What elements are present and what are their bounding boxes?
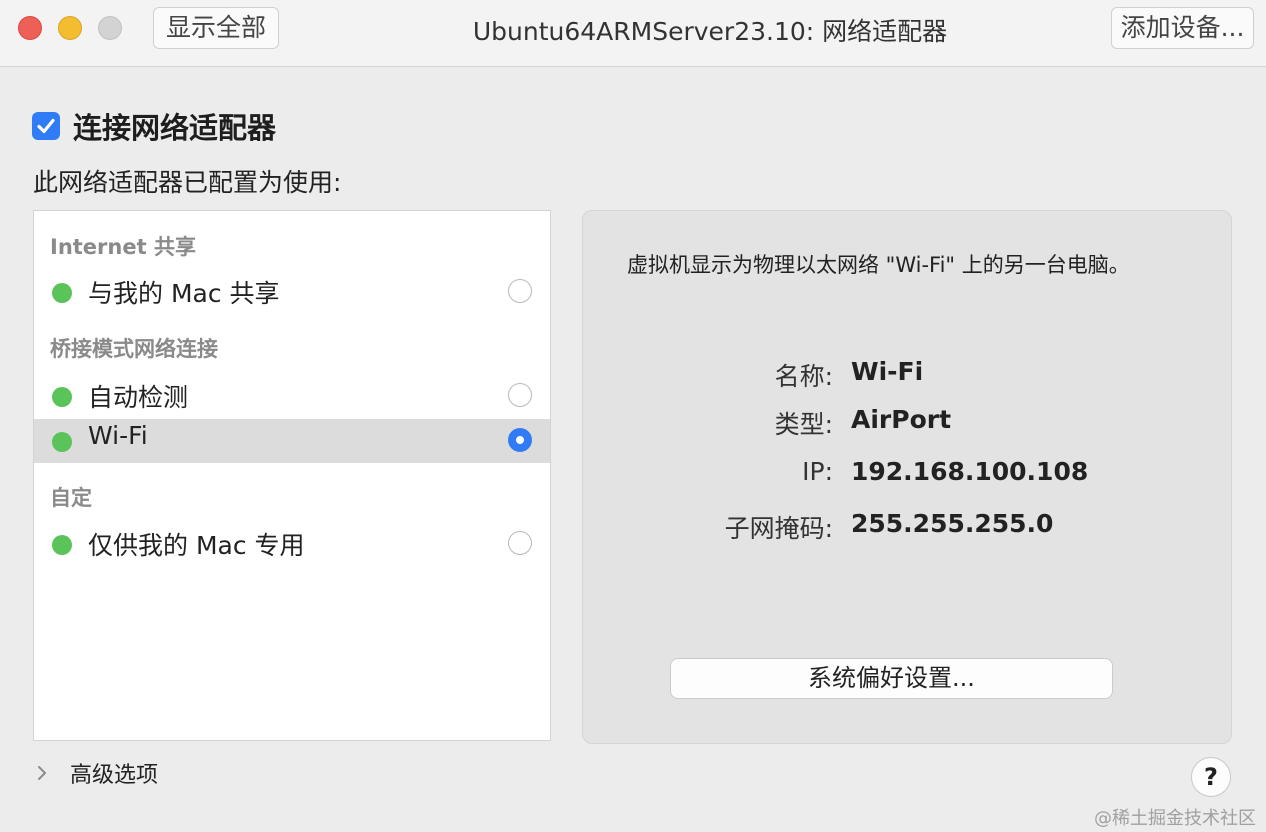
status-dot-icon bbox=[52, 432, 72, 452]
window-title: Ubuntu64ARMServer23.10: 网络适配器 bbox=[472, 17, 948, 46]
status-dot-icon bbox=[52, 387, 72, 407]
status-dot-icon bbox=[52, 535, 72, 555]
watermark: @稀土掘金技术社区 bbox=[1094, 808, 1256, 829]
ip-label: IP: bbox=[802, 457, 833, 486]
adapter-description: 虚拟机显示为物理以太网络 "Wi-Fi" 上的另一台电脑。 bbox=[627, 253, 1130, 277]
ip-value: 192.168.100.108 bbox=[851, 457, 1089, 486]
section-header-custom: 自定 bbox=[50, 486, 92, 510]
titlebar: 显示全部 Ubuntu64ARMServer23.10: 网络适配器 添加设备.… bbox=[0, 0, 1266, 67]
network-adapter-window: 显示全部 Ubuntu64ARMServer23.10: 网络适配器 添加设备.… bbox=[0, 0, 1266, 832]
zoom-window-button[interactable] bbox=[98, 16, 122, 40]
radio-share-with-mac[interactable] bbox=[508, 279, 532, 303]
minimize-window-button[interactable] bbox=[58, 16, 82, 40]
list-item-label: Wi-Fi bbox=[88, 421, 148, 450]
radio-private-to-mac[interactable] bbox=[508, 531, 532, 555]
subnet-mask-value: 255.255.255.0 bbox=[851, 509, 1054, 538]
advanced-options-disclosure[interactable]: 高级选项 bbox=[36, 758, 158, 788]
list-item-label: 仅供我的 Mac 专用 bbox=[88, 531, 305, 560]
list-item-label: 与我的 Mac 共享 bbox=[88, 279, 280, 308]
help-button[interactable]: ? bbox=[1191, 757, 1231, 797]
status-dot-icon bbox=[52, 283, 72, 303]
network-source-list: Internet 共享 与我的 Mac 共享 桥接模式网络连接 自动检测 Wi-… bbox=[33, 210, 551, 741]
close-window-button[interactable] bbox=[18, 16, 42, 40]
system-preferences-button[interactable]: 系统偏好设置... bbox=[670, 658, 1113, 699]
list-item-label: 自动检测 bbox=[88, 383, 189, 412]
radio-wifi[interactable] bbox=[508, 428, 532, 452]
section-header-bridged: 桥接模式网络连接 bbox=[50, 337, 218, 361]
connect-adapter-checkbox[interactable] bbox=[32, 112, 60, 140]
section-header-internet-sharing: Internet 共享 bbox=[50, 235, 196, 259]
adapter-info-panel: 虚拟机显示为物理以太网络 "Wi-Fi" 上的另一台电脑。 名称: Wi-Fi … bbox=[582, 210, 1232, 744]
configured-for-label: 此网络适配器已配置为使用: bbox=[33, 168, 342, 197]
type-label: 类型: bbox=[774, 410, 833, 439]
type-value: AirPort bbox=[851, 405, 952, 434]
advanced-options-label: 高级选项 bbox=[70, 763, 159, 788]
connect-adapter-row[interactable]: 连接网络适配器 bbox=[32, 108, 277, 145]
add-device-button[interactable]: 添加设备... bbox=[1111, 7, 1254, 49]
name-label: 名称: bbox=[774, 362, 833, 391]
list-item-wifi[interactable]: Wi-Fi bbox=[34, 419, 550, 463]
subnet-mask-label: 子网掩码: bbox=[724, 514, 833, 543]
list-item-private-to-mac[interactable]: 仅供我的 Mac 专用 bbox=[34, 522, 550, 566]
radio-autodetect[interactable] bbox=[508, 383, 532, 407]
show-all-button[interactable]: 显示全部 bbox=[153, 7, 279, 49]
chevron-right-icon bbox=[38, 766, 46, 780]
checkmark-icon bbox=[37, 118, 55, 134]
connect-adapter-label: 连接网络适配器 bbox=[73, 111, 277, 145]
name-value: Wi-Fi bbox=[851, 357, 924, 386]
list-item-autodetect[interactable]: 自动检测 bbox=[34, 374, 550, 418]
list-item-share-with-mac[interactable]: 与我的 Mac 共享 bbox=[34, 270, 550, 314]
